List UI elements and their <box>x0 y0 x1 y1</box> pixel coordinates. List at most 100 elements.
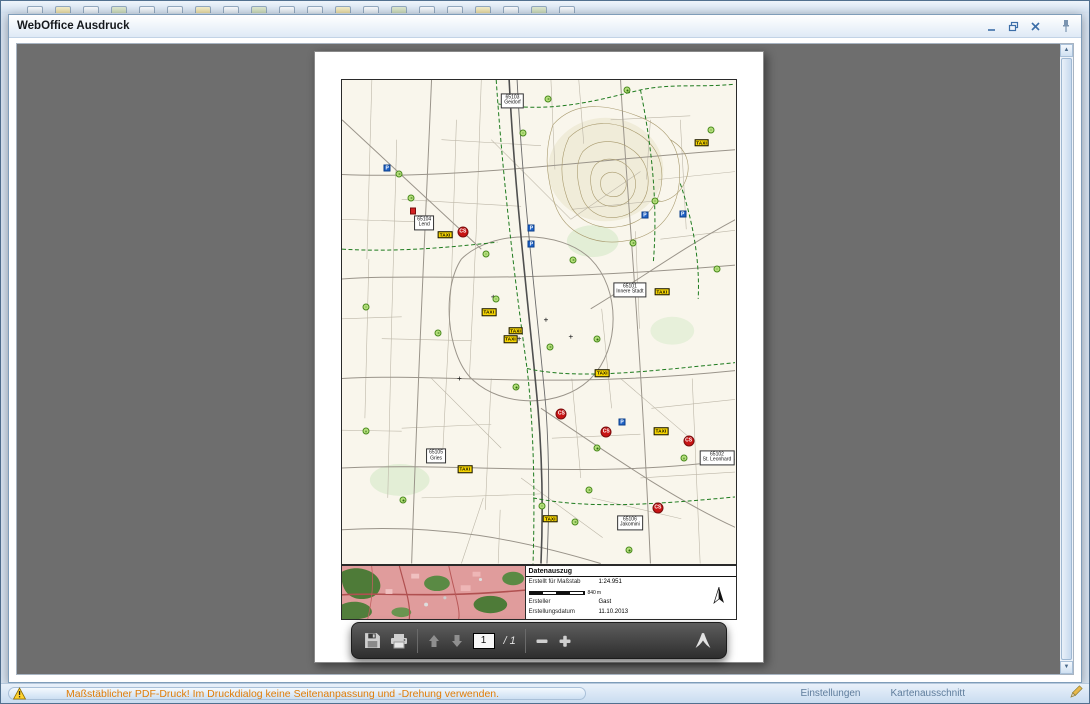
station-marker[interactable] <box>594 445 601 452</box>
arrow-up-icon <box>427 634 441 648</box>
toolbar-separator <box>417 629 418 653</box>
carsharing-marker[interactable]: CS <box>457 227 468 238</box>
zoom-in-button[interactable] <box>558 634 572 648</box>
parking-marker[interactable]: P <box>679 210 686 217</box>
taxi-stand-marker[interactable]: TAXI <box>481 309 496 317</box>
printer-icon <box>390 633 408 649</box>
pin-button[interactable] <box>1058 19 1073 33</box>
carsharing-marker[interactable]: CS <box>683 436 694 447</box>
toolbar-icon-stub[interactable] <box>139 6 155 13</box>
toolbar-icon-stub[interactable] <box>111 6 127 13</box>
taxi-stand-marker[interactable]: TAXI <box>654 288 669 296</box>
toolbar-icon-stub[interactable] <box>27 6 43 13</box>
station-marker[interactable] <box>538 502 545 509</box>
station-marker[interactable] <box>362 428 369 435</box>
station-marker[interactable] <box>707 126 714 133</box>
station-marker[interactable] <box>630 239 637 246</box>
parking-marker[interactable]: P <box>384 164 391 171</box>
north-arrow-icon <box>713 587 725 605</box>
taxi-stand-marker[interactable]: TAXI <box>438 231 453 239</box>
close-button[interactable] <box>1028 19 1043 33</box>
station-marker[interactable] <box>572 518 579 525</box>
toolbar-icon-stub[interactable] <box>475 6 491 13</box>
minimize-button[interactable] <box>984 19 999 33</box>
poi-marker[interactable] <box>410 207 416 214</box>
settings-link[interactable]: Einstellungen <box>800 688 860 699</box>
toolbar-icon-stub[interactable] <box>223 6 239 13</box>
station-marker[interactable] <box>513 384 520 391</box>
taxi-stand-marker[interactable]: TAXI <box>654 428 669 436</box>
previous-page-button[interactable] <box>427 634 441 648</box>
parking-marker[interactable]: P <box>641 211 648 218</box>
restore-button[interactable] <box>1006 19 1021 33</box>
station-marker[interactable] <box>680 455 687 462</box>
taxi-stand-marker[interactable]: TAXI <box>508 327 523 335</box>
toolbar-icon-stub[interactable] <box>279 6 295 13</box>
top-toolbar[interactable] <box>1 1 1089 13</box>
taxi-stand-marker[interactable]: TAXI <box>543 515 558 523</box>
toolbar-icon-stub[interactable] <box>391 6 407 13</box>
parking-marker[interactable]: P <box>528 224 535 231</box>
toolbar-separator <box>525 629 526 653</box>
station-marker[interactable] <box>594 336 601 343</box>
carsharing-marker[interactable]: CS <box>652 503 663 514</box>
toolbar-icon-stub[interactable] <box>559 6 575 13</box>
dialog-body: PPPPPPTAXITAXITAXITAXITAXITAXITAXITAXITA… <box>12 39 1078 679</box>
minimize-icon <box>986 21 997 32</box>
taxi-stand-marker[interactable]: TAXI <box>503 336 518 344</box>
toolbar-icon-stub[interactable] <box>251 6 267 13</box>
toolbar-icon-stub[interactable] <box>167 6 183 13</box>
pdf-toolbar: / 1 <box>351 622 727 659</box>
toolbar-icon-stub[interactable] <box>503 6 519 13</box>
save-button[interactable] <box>364 632 381 649</box>
station-marker[interactable] <box>396 170 403 177</box>
station-marker[interactable] <box>482 250 489 257</box>
station-marker[interactable] <box>492 295 499 302</box>
station-marker[interactable] <box>519 129 526 136</box>
district-label: 65105Gries <box>426 448 446 463</box>
station-marker[interactable] <box>713 265 720 272</box>
toolbar-icon-stub[interactable] <box>83 6 99 13</box>
carsharing-marker[interactable]: CS <box>556 408 567 419</box>
toolbar-icon-stub[interactable] <box>531 6 547 13</box>
station-marker[interactable] <box>400 497 407 504</box>
toolbar-icon-stub[interactable] <box>307 6 323 13</box>
scroll-up-button[interactable]: ▲ <box>1060 44 1073 57</box>
station-marker[interactable] <box>624 87 631 94</box>
station-marker[interactable] <box>626 547 633 554</box>
station-marker[interactable] <box>651 197 658 204</box>
taxi-stand-marker[interactable]: TAXI <box>694 139 709 147</box>
station-marker[interactable] <box>547 343 554 350</box>
print-footer: Datenauszug Erstellt für Maßstab 1:24.95… <box>341 565 737 620</box>
restore-icon <box>1008 21 1019 32</box>
toolbar-icon-stub[interactable] <box>447 6 463 13</box>
toolbar-icon-stub[interactable] <box>55 6 71 13</box>
vertical-scrollbar-thumb[interactable] <box>1061 58 1072 660</box>
next-page-button[interactable] <box>450 634 464 648</box>
parking-marker[interactable]: P <box>619 419 626 426</box>
toolbar-icon-stub[interactable] <box>363 6 379 13</box>
print-button[interactable] <box>390 633 408 649</box>
taxi-stand-marker[interactable]: TAXI <box>457 465 472 473</box>
toolbar-icon-stub[interactable] <box>195 6 211 13</box>
taxi-stand-marker[interactable]: TAXI <box>595 370 610 378</box>
station-marker[interactable] <box>362 303 369 310</box>
toolbar-icon-stub[interactable] <box>335 6 351 13</box>
station-marker[interactable] <box>408 194 415 201</box>
scroll-down-button[interactable]: ▼ <box>1060 661 1073 674</box>
adobe-reader-icon[interactable] <box>692 631 714 650</box>
vertical-scrollbar[interactable]: ▲ ▼ <box>1060 44 1073 674</box>
station-marker[interactable] <box>586 486 593 493</box>
carsharing-marker[interactable]: CS <box>601 427 612 438</box>
station-marker[interactable] <box>435 329 442 336</box>
plus-icon <box>558 634 572 648</box>
pencil-icon[interactable] <box>1068 685 1083 700</box>
zoom-out-button[interactable] <box>535 634 549 648</box>
map-extent-link[interactable]: Kartenausschnitt <box>891 688 966 699</box>
parking-marker[interactable]: P <box>528 240 535 247</box>
station-marker[interactable] <box>545 95 552 102</box>
toolbar-icon-stub[interactable] <box>419 6 435 13</box>
station-marker[interactable] <box>570 256 577 263</box>
page-number-input[interactable] <box>473 633 495 649</box>
dialog-titlebar[interactable]: WebOffice Ausdruck <box>9 15 1081 38</box>
